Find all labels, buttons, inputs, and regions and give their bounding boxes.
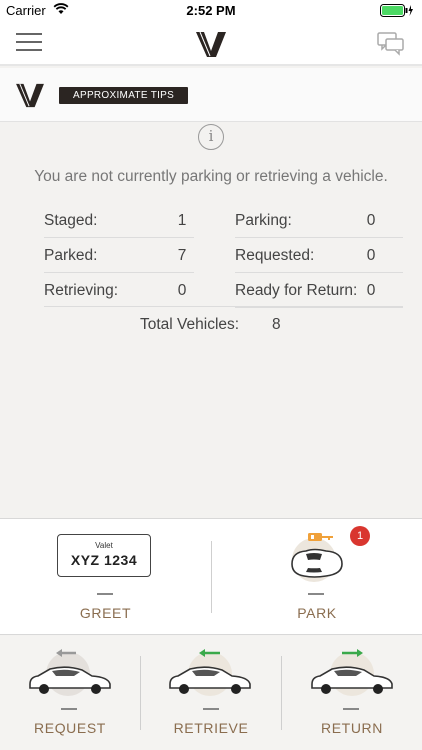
stat-retrieving: Retrieving: 0 xyxy=(44,274,194,308)
clock: 2:52 PM xyxy=(186,3,236,18)
stat-label: Requested: xyxy=(235,247,315,264)
request-car-icon xyxy=(29,649,111,696)
license-plate-icon: Valet XYZ 1234 xyxy=(57,534,151,577)
park-car-icon xyxy=(291,533,343,582)
request-label: REQUEST xyxy=(34,720,106,736)
stat-label: Staged: xyxy=(44,212,98,229)
plate-number: XYZ 1234 xyxy=(70,552,138,568)
stat-label: Ready for Return: xyxy=(235,282,358,299)
chat-icon[interactable] xyxy=(377,32,405,56)
status-bar: Carrier 2:52 PM xyxy=(0,0,422,22)
retrieve-label: RETRIEVE xyxy=(173,720,249,736)
stat-label: Retrieving: xyxy=(44,282,119,299)
stat-requested: Requested: 0 xyxy=(235,239,403,273)
park-label: PARK xyxy=(297,605,337,621)
stat-ready-for-return: Ready for Return: 0 xyxy=(235,274,403,308)
dash xyxy=(203,708,219,710)
return-car-icon xyxy=(311,649,393,696)
total-value: 8 xyxy=(272,316,281,333)
tips-row: APPROXIMATE TIPS xyxy=(0,68,422,122)
row-divider xyxy=(44,306,403,307)
battery-icon xyxy=(380,4,413,17)
plate-title: Valet xyxy=(95,541,113,550)
info-icon[interactable]: i xyxy=(198,124,224,150)
approximate-tips-button[interactable]: APPROXIMATE TIPS xyxy=(59,87,189,104)
stat-value: 0 xyxy=(366,247,376,264)
status-message: You are not currently parking or retriev… xyxy=(34,168,388,185)
nav-bar xyxy=(0,22,422,66)
brand-logo xyxy=(196,31,226,57)
stat-parked: Parked: 7 xyxy=(44,239,194,273)
venue-logo xyxy=(16,83,44,108)
park-count-badge: 1 xyxy=(350,526,370,546)
hamburger-menu-icon[interactable] xyxy=(16,31,42,51)
stat-value: 1 xyxy=(177,212,187,229)
total-label: Total Vehicles: xyxy=(140,316,240,333)
stat-staged: Staged: 1 xyxy=(44,204,194,238)
dash xyxy=(308,593,324,595)
greet-label: GREET xyxy=(79,605,132,621)
stat-value: 0 xyxy=(366,212,376,229)
retrieve-car-icon xyxy=(169,649,251,696)
stat-label: Parked: xyxy=(44,247,98,264)
stat-value: 7 xyxy=(177,247,187,264)
return-label: RETURN xyxy=(321,720,383,736)
stat-value: 0 xyxy=(366,282,376,299)
stat-value: 0 xyxy=(177,282,187,299)
stat-label: Parking: xyxy=(235,212,292,229)
dash xyxy=(97,593,113,595)
dash xyxy=(343,708,359,710)
dash xyxy=(61,708,77,710)
stat-parking: Parking: 0 xyxy=(235,204,403,238)
row-divider xyxy=(44,272,194,273)
